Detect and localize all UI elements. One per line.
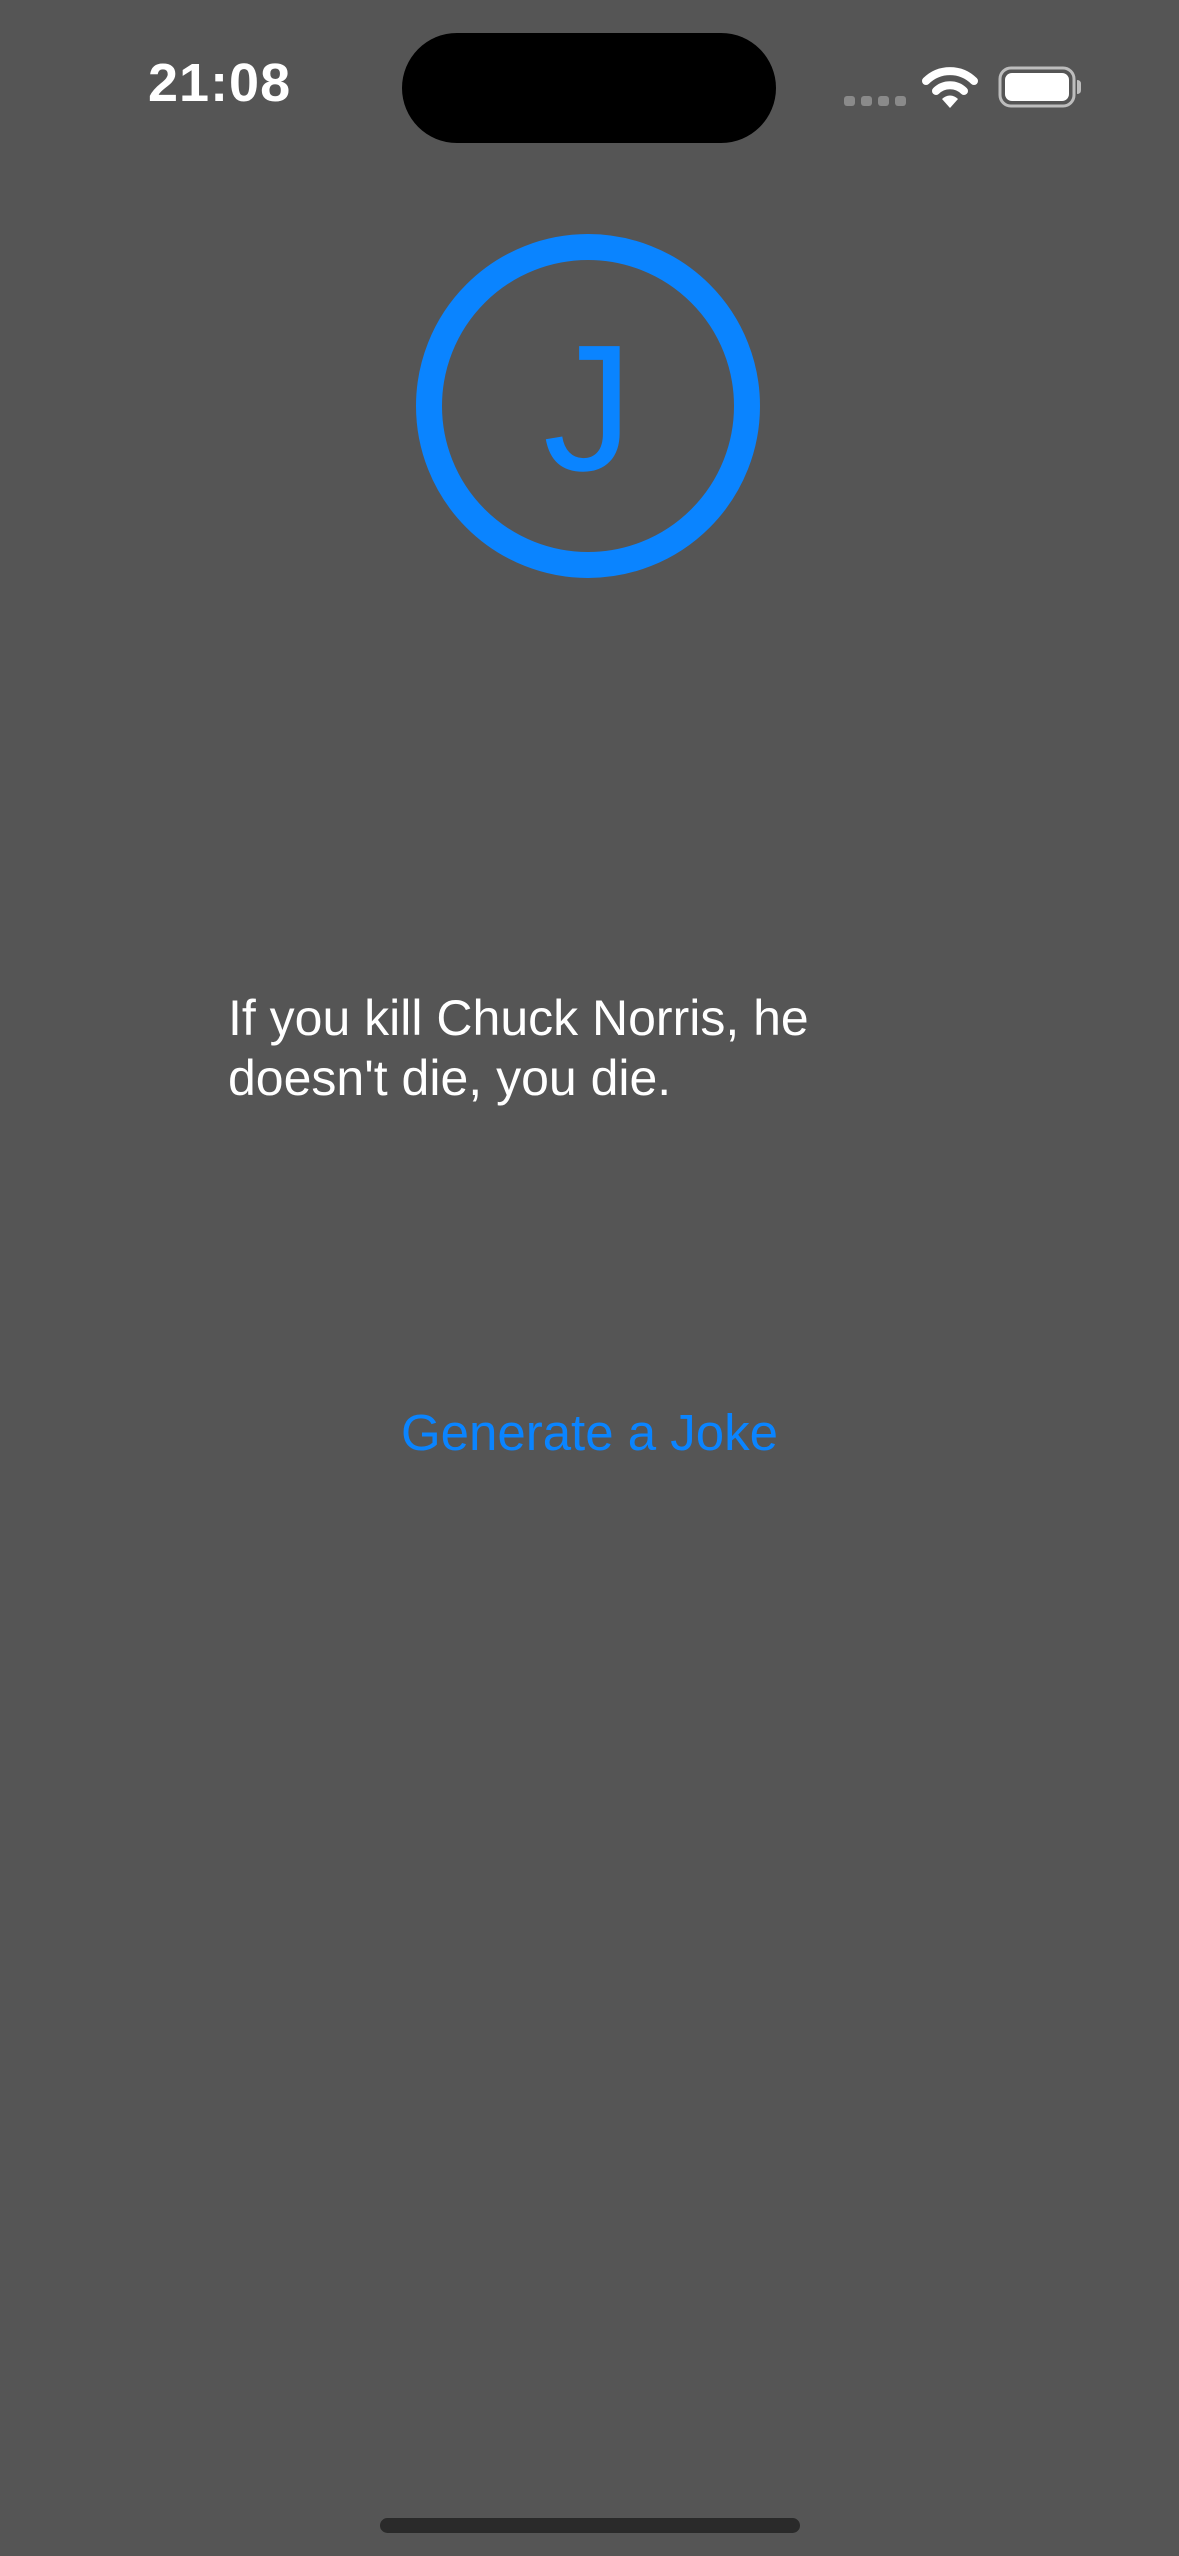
status-time: 21:08 bbox=[148, 53, 292, 113]
joke-logo-icon: J bbox=[416, 234, 760, 578]
generate-joke-button[interactable]: Generate a Joke bbox=[300, 1398, 879, 1468]
cellular-signal-icon bbox=[844, 96, 906, 106]
status-bar: 21:08 bbox=[0, 0, 1179, 180]
logo-letter: J bbox=[543, 308, 633, 509]
wifi-icon bbox=[922, 67, 978, 108]
battery-icon bbox=[998, 66, 1081, 108]
joke-text: If you kill Chuck Norris, he doesn't die… bbox=[228, 990, 809, 1106]
dynamic-island bbox=[402, 33, 776, 143]
home-indicator[interactable] bbox=[380, 2518, 800, 2533]
